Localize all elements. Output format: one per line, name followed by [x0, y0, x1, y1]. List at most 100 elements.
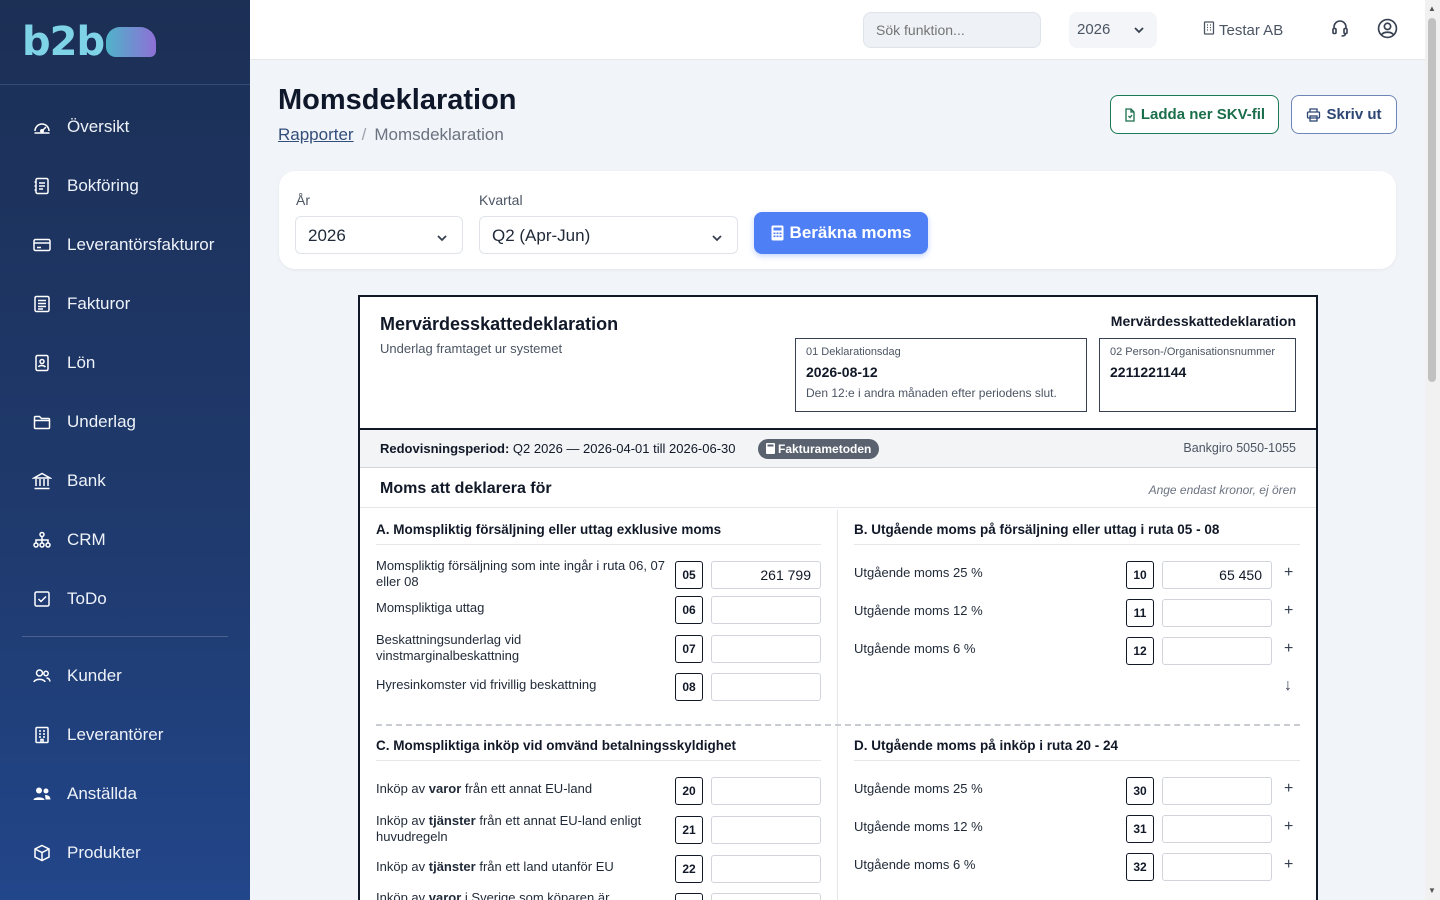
field-input-10[interactable]: [1162, 561, 1272, 589]
breadcrumb-current: Momsdeklaration: [374, 125, 504, 144]
folder-icon: [32, 412, 52, 432]
logo-text: b2b: [22, 19, 105, 65]
form-row-23: Inköp av varor i Sverige som köparen är …: [376, 890, 821, 900]
calculator-icon: [771, 225, 784, 241]
download-skv-label: Ladda ner SKV-fil: [1140, 106, 1266, 123]
field-input-21[interactable]: [711, 816, 821, 844]
sidebar-item-fakturor[interactable]: Fakturor: [0, 274, 250, 333]
scroll-down-arrow-icon[interactable]: ▼: [1428, 886, 1436, 895]
org-number-label: 02 Person-/Organisationsnummer: [1110, 346, 1276, 358]
calculate-vat-button[interactable]: Beräkna moms: [754, 212, 928, 254]
breadcrumb-link-rapporter[interactable]: Rapporter: [278, 125, 354, 144]
row-label: Utgående moms 12 %: [854, 819, 983, 834]
field-input-06[interactable]: [711, 596, 821, 624]
plus-icon: +: [1284, 856, 1294, 873]
year-label: År: [296, 192, 310, 208]
form-row-11: Utgående moms 12 % 11 +: [854, 597, 1300, 627]
field-input-08[interactable]: [711, 673, 821, 701]
field-input-12[interactable]: [1162, 637, 1272, 665]
plus-icon: +: [1284, 640, 1294, 657]
building-icon: [1203, 21, 1215, 39]
calculate-vat-label: Beräkna moms: [789, 223, 912, 242]
row-label: Utgående moms 25 %: [854, 565, 983, 580]
people-icon: [32, 784, 52, 804]
main-content: Momsdeklaration Rapporter / Momsdeklaratio…: [250, 60, 1425, 900]
form-body: A. Momspliktig försäljning eller uttag e…: [360, 510, 1316, 900]
field-code-23: 23: [675, 893, 703, 900]
declaration-date-value: 2026-08-12: [806, 364, 878, 380]
users-icon: [32, 666, 52, 686]
logo[interactable]: b2b: [0, 0, 250, 85]
sidebar-item-label: Kunder: [67, 665, 122, 685]
sidebar-item-anstallda[interactable]: Anställda: [0, 764, 250, 823]
field-input-05[interactable]: [711, 561, 821, 589]
sidebar-item-label: Leverantörsfakturor: [67, 234, 215, 254]
section-hint: Ange endast kronor, ej ören: [1148, 483, 1296, 497]
row-label: Momspliktig försäljning som inte ingår i…: [376, 558, 666, 589]
sidebar-nav: Översikt Bokföring Leverantörsfakturor F…: [0, 85, 250, 882]
field-input-11[interactable]: [1162, 599, 1272, 627]
reporting-period-bar: Redovisningsperiod: Q2 2026 — 2026-04-01…: [360, 430, 1316, 468]
section-b: B. Utgående moms på försäljning eller ut…: [854, 522, 1300, 694]
sidebar-item-label: Fakturor: [67, 293, 131, 313]
declaration-date-box: 01 Deklarationsdag 2026-08-12 Den 12:e i…: [795, 338, 1087, 412]
row-label: Utgående moms 6 %: [854, 641, 976, 656]
scrollbar-thumb[interactable]: [1428, 18, 1436, 382]
sidebar-item-underlag[interactable]: Underlag: [0, 392, 250, 451]
sidebar-item-bokforing[interactable]: Bokföring: [0, 156, 250, 215]
declaration-date-note: Den 12:e i andra månaden efter periodens…: [806, 386, 1057, 400]
field-input-22[interactable]: [711, 855, 821, 883]
company-switcher[interactable]: Testar AB: [1203, 21, 1283, 39]
bank-icon: [32, 471, 52, 491]
field-input-32[interactable]: [1162, 853, 1272, 881]
field-input-23[interactable]: [711, 893, 821, 900]
quarter-label: Kvartal: [479, 192, 523, 208]
bankgiro: Bankgiro 5050-1055: [1183, 441, 1296, 455]
field-input-20[interactable]: [711, 777, 821, 805]
print-button[interactable]: Skriv ut: [1291, 95, 1397, 134]
sidebar-item-todo[interactable]: ToDo: [0, 569, 250, 628]
scroll-up-arrow-icon[interactable]: ▲: [1428, 4, 1436, 13]
sidebar-item-bank[interactable]: Bank: [0, 451, 250, 510]
section-divider: [376, 724, 1300, 726]
field-code-31: 31: [1126, 815, 1154, 843]
headset-icon[interactable]: [1330, 18, 1350, 43]
reporting-period: Redovisningsperiod: Q2 2026 — 2026-04-01…: [380, 441, 736, 456]
plus-icon: +: [1284, 564, 1294, 581]
field-input-30[interactable]: [1162, 777, 1272, 805]
section-d-title: D. Utgående moms på inköp i ruta 20 - 24: [854, 738, 1300, 761]
section-c-title: C. Momspliktiga inköp vid omvänd betalni…: [376, 738, 821, 761]
plus-icon: +: [1284, 818, 1294, 835]
row-label: Utgående moms 6 %: [854, 857, 976, 872]
sidebar-item-leverantorsfakturor[interactable]: Leverantörsfakturor: [0, 215, 250, 274]
field-code-20: 20: [675, 777, 703, 805]
sidebar-item-leverantorer[interactable]: Leverantörer: [0, 705, 250, 764]
scrollbar[interactable]: ▲ ▼: [1425, 0, 1440, 900]
file-icon: [1124, 107, 1136, 122]
row-label: Inköp av varor i Sverige som köparen är: [376, 890, 610, 900]
user-account-icon[interactable]: [1377, 18, 1398, 44]
sidebar-item-kunder[interactable]: Kunder: [0, 646, 250, 705]
ledger-icon: [32, 176, 52, 196]
row-label: Hyresinkomster vid frivillig beskattning: [376, 677, 597, 692]
vat-declaration-form: Mervärdesskattedeklaration Underlag fram…: [358, 295, 1318, 900]
period-value: Q2 2026 — 2026-04-01 till 2026-06-30: [512, 441, 736, 456]
checkbox-icon: [32, 589, 52, 609]
sidebar-item-lon[interactable]: Lön: [0, 333, 250, 392]
year-filter-select[interactable]: 2026: [295, 216, 463, 254]
sidebar-item-oversikt[interactable]: Översikt: [0, 97, 250, 156]
sidebar-item-produkter[interactable]: Produkter: [0, 823, 250, 882]
field-input-07[interactable]: [711, 635, 821, 663]
credit-card-icon: [32, 235, 52, 255]
year-select[interactable]: 2026: [1069, 12, 1157, 48]
field-code-11: 11: [1126, 599, 1154, 627]
search-input[interactable]: [863, 12, 1041, 48]
network-icon: [32, 530, 52, 550]
form-row-12: Utgående moms 6 % 12 +: [854, 635, 1300, 665]
column-divider: [837, 510, 838, 900]
download-skv-button[interactable]: Ladda ner SKV-fil: [1110, 95, 1279, 134]
field-input-31[interactable]: [1162, 815, 1272, 843]
quarter-select[interactable]: Q2 (Apr-Jun): [479, 216, 738, 254]
chevron-down-icon: [1133, 23, 1145, 40]
sidebar-item-crm[interactable]: CRM: [0, 510, 250, 569]
